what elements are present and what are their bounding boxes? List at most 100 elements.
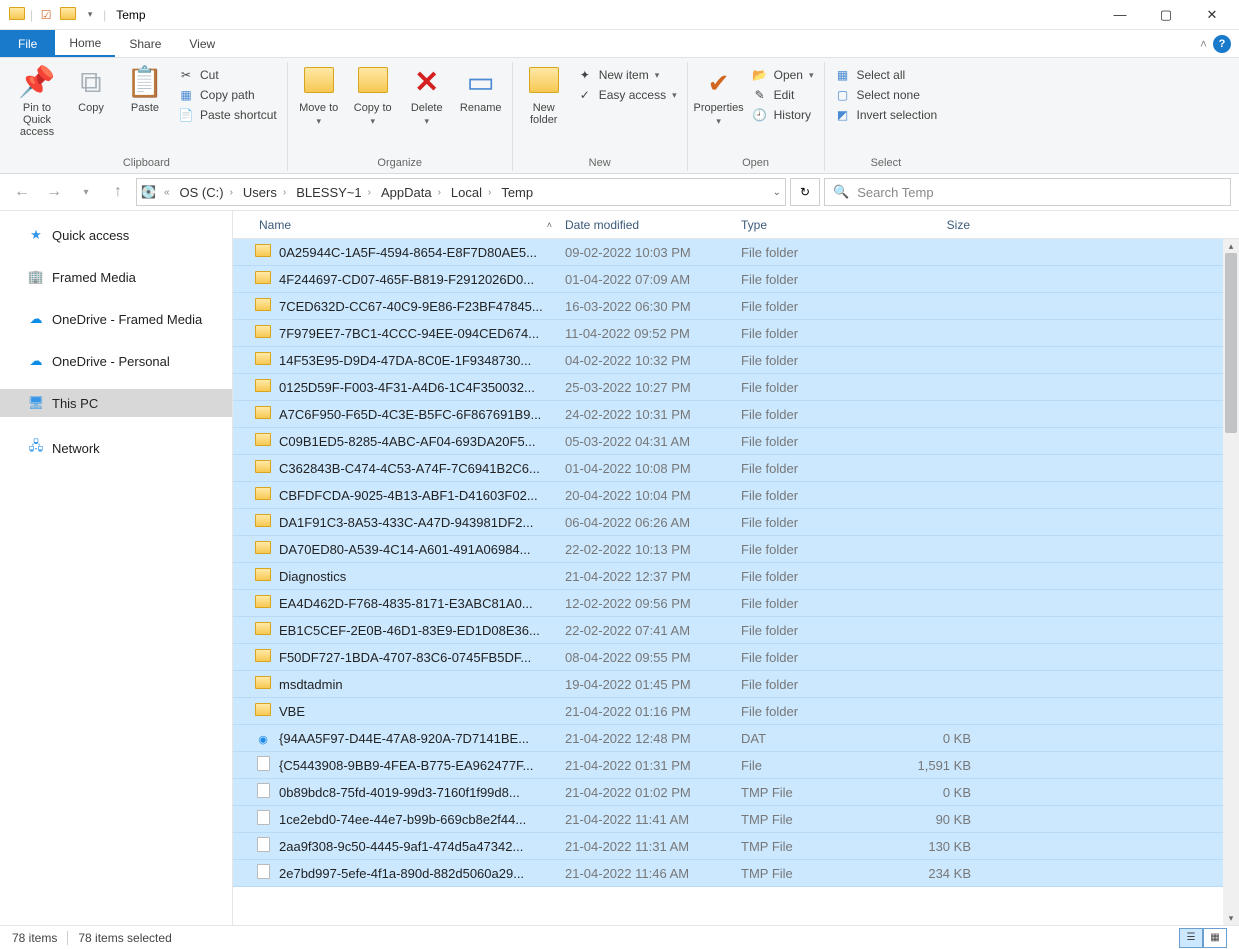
table-row[interactable]: 0A25944C-1A5F-4594-8654-E8F7D80AE5...09-… xyxy=(233,239,1239,266)
copy-path-button[interactable]: ▦Copy path xyxy=(174,86,281,104)
tab-home[interactable]: Home xyxy=(55,30,115,57)
thumbnails-view-button[interactable]: ▦ xyxy=(1203,928,1227,948)
nav-network[interactable]: 🖧Network xyxy=(0,431,232,465)
breadcrumb-chevron[interactable]: « xyxy=(158,187,176,198)
folder-icon xyxy=(253,298,273,314)
table-row[interactable]: {94AA5F97-D44E-47A8-920A-7D7141BE...21-0… xyxy=(233,725,1239,752)
recent-dropdown[interactable]: ▾ xyxy=(72,178,100,206)
maximize-button[interactable]: ▢ xyxy=(1143,0,1189,30)
nav-framed-media[interactable]: 🏢Framed Media xyxy=(0,263,232,291)
file-icon xyxy=(253,783,273,801)
breadcrumb[interactable]: AppData› xyxy=(379,185,447,200)
cut-button[interactable]: ✂Cut xyxy=(174,66,281,84)
scrollbar-thumb[interactable] xyxy=(1225,253,1237,433)
open-button[interactable]: 📂Open ▾ xyxy=(748,66,818,84)
back-button[interactable]: ← xyxy=(8,178,36,206)
file-date: 22-02-2022 07:41 AM xyxy=(559,623,735,638)
table-row[interactable]: 0b89bdc8-75fd-4019-99d3-7160f1f99d8...21… xyxy=(233,779,1239,806)
table-row[interactable]: 14F53E95-D9D4-47DA-8C0E-1F9348730...04-0… xyxy=(233,347,1239,374)
col-header-size[interactable]: Size xyxy=(887,218,977,232)
properties-icon[interactable]: ☑ xyxy=(37,6,55,24)
table-row[interactable]: msdtadmin19-04-2022 01:45 PMFile folder xyxy=(233,671,1239,698)
table-row[interactable]: CBFDFCDA-9025-4B13-ABF1-D41603F02...20-0… xyxy=(233,482,1239,509)
view-switcher: ☰ ▦ xyxy=(1179,928,1227,948)
delete-button[interactable]: ✕Delete▾ xyxy=(402,62,452,131)
file-list[interactable]: 0A25944C-1A5F-4594-8654-E8F7D80AE5...09-… xyxy=(233,239,1239,925)
folder-icon xyxy=(253,271,273,287)
table-row[interactable]: 7F979EE7-7BC1-4CCC-94EE-094CED674...11-0… xyxy=(233,320,1239,347)
folder-icon xyxy=(253,487,273,503)
table-row[interactable]: EB1C5CEF-2E0B-46D1-83E9-ED1D08E36...22-0… xyxy=(233,617,1239,644)
history-button[interactable]: 🕘History xyxy=(748,106,818,124)
table-row[interactable]: F50DF727-1BDA-4707-83C6-0745FB5DF...08-0… xyxy=(233,644,1239,671)
table-row[interactable]: A7C6F950-F65D-4C3E-B5FC-6F867691B9...24-… xyxy=(233,401,1239,428)
address-bar[interactable]: 💽 « OS (C:)› Users› BLESSY~1› AppData› L… xyxy=(136,178,786,206)
vertical-scrollbar[interactable]: ▴ ▾ xyxy=(1223,239,1239,925)
paste-button[interactable]: 📋 Paste xyxy=(120,62,170,118)
folder-open-icon[interactable] xyxy=(59,6,77,24)
breadcrumb[interactable]: Users› xyxy=(241,185,292,200)
breadcrumb[interactable]: Local› xyxy=(449,185,497,200)
easy-access-button[interactable]: ✓Easy access ▾ xyxy=(573,86,681,104)
file-size: 90 KB xyxy=(887,812,977,827)
select-all-button[interactable]: ▦Select all xyxy=(831,66,942,84)
details-view-button[interactable]: ☰ xyxy=(1179,928,1203,948)
table-row[interactable]: C362843B-C474-4C53-A74F-7C6941B2C6...01-… xyxy=(233,455,1239,482)
properties-button[interactable]: ✔Properties▾ xyxy=(694,62,744,131)
file-date: 01-04-2022 10:08 PM xyxy=(559,461,735,476)
table-row[interactable]: 7CED632D-CC67-40C9-9E86-F23BF47845...16-… xyxy=(233,293,1239,320)
table-row[interactable]: DA1F91C3-8A53-433C-A47D-943981DF2...06-0… xyxy=(233,509,1239,536)
col-header-date[interactable]: Date modified xyxy=(559,218,735,232)
table-row[interactable]: 2e7bd997-5efe-4f1a-890d-882d5060a29...21… xyxy=(233,860,1239,887)
paste-shortcut-button[interactable]: 📄Paste shortcut xyxy=(174,106,281,124)
table-row[interactable]: 2aa9f308-9c50-4445-9af1-474d5a47342...21… xyxy=(233,833,1239,860)
tab-file[interactable]: File xyxy=(0,30,55,57)
file-name: VBE xyxy=(273,704,559,719)
forward-button[interactable]: → xyxy=(40,178,68,206)
qat-dropdown-icon[interactable]: ▾ xyxy=(81,6,99,24)
table-row[interactable]: VBE21-04-2022 01:16 PMFile folder xyxy=(233,698,1239,725)
breadcrumb[interactable]: Temp xyxy=(499,185,535,200)
file-date: 21-04-2022 12:48 PM xyxy=(559,731,735,746)
table-row[interactable]: 1ce2ebd0-74ee-44e7-b99b-669cb8e2f44...21… xyxy=(233,806,1239,833)
new-item-button[interactable]: ✦New item ▾ xyxy=(573,66,681,84)
table-row[interactable]: 0125D59F-F003-4F31-A4D6-1C4F350032...25-… xyxy=(233,374,1239,401)
table-row[interactable]: {C5443908-9BB9-4FEA-B775-EA962477F...21-… xyxy=(233,752,1239,779)
select-none-button[interactable]: ▢Select none xyxy=(831,86,942,104)
refresh-button[interactable]: ↻ xyxy=(790,178,820,206)
new-folder-button[interactable]: New folder xyxy=(519,62,569,130)
close-button[interactable]: ✕ xyxy=(1189,0,1235,30)
table-row[interactable]: C09B1ED5-8285-4ABC-AF04-693DA20F5...05-0… xyxy=(233,428,1239,455)
file-type: File folder xyxy=(735,650,887,665)
up-button[interactable]: ↑ xyxy=(104,178,132,206)
table-row[interactable]: Diagnostics21-04-2022 12:37 PMFile folde… xyxy=(233,563,1239,590)
breadcrumb[interactable]: BLESSY~1› xyxy=(294,185,377,200)
copy-to-button[interactable]: Copy to▾ xyxy=(348,62,398,131)
search-box[interactable]: 🔍 Search Temp xyxy=(824,178,1231,206)
nav-this-pc[interactable]: 🖥This PC xyxy=(0,389,232,417)
help-icon[interactable]: ? xyxy=(1213,35,1231,53)
tab-share[interactable]: Share xyxy=(115,30,175,57)
file-size: 0 KB xyxy=(887,785,977,800)
tab-view[interactable]: View xyxy=(175,30,229,57)
nav-quick-access[interactable]: ★Quick access xyxy=(0,221,232,249)
scroll-up-icon[interactable]: ▴ xyxy=(1223,239,1239,253)
rename-button[interactable]: ▭Rename xyxy=(456,62,506,118)
table-row[interactable]: DA70ED80-A539-4C14-A601-491A06984...22-0… xyxy=(233,536,1239,563)
address-dropdown-icon[interactable]: ⌄ xyxy=(773,187,781,198)
col-header-type[interactable]: Type xyxy=(735,218,887,232)
table-row[interactable]: 4F244697-CD07-465F-B819-F2912026D0...01-… xyxy=(233,266,1239,293)
edit-button[interactable]: ✎Edit xyxy=(748,86,818,104)
collapse-ribbon-icon[interactable]: ˄ xyxy=(1200,37,1207,51)
col-header-name[interactable]: Name˄ xyxy=(253,218,559,232)
scroll-down-icon[interactable]: ▾ xyxy=(1223,911,1239,925)
nav-onedrive-framed[interactable]: ☁OneDrive - Framed Media xyxy=(0,305,232,333)
move-to-button[interactable]: Move to▾ xyxy=(294,62,344,131)
minimize-button[interactable]: — xyxy=(1097,0,1143,30)
breadcrumb[interactable]: OS (C:)› xyxy=(178,185,239,200)
pin-quick-access-button[interactable]: 📌 Pin to Quick access xyxy=(12,62,62,142)
table-row[interactable]: EA4D462D-F768-4835-8171-E3ABC81A0...12-0… xyxy=(233,590,1239,617)
nav-onedrive-personal[interactable]: ☁OneDrive - Personal xyxy=(0,347,232,375)
invert-selection-button[interactable]: ◩Invert selection xyxy=(831,106,942,124)
copy-button[interactable]: ⧉ Copy xyxy=(66,62,116,118)
